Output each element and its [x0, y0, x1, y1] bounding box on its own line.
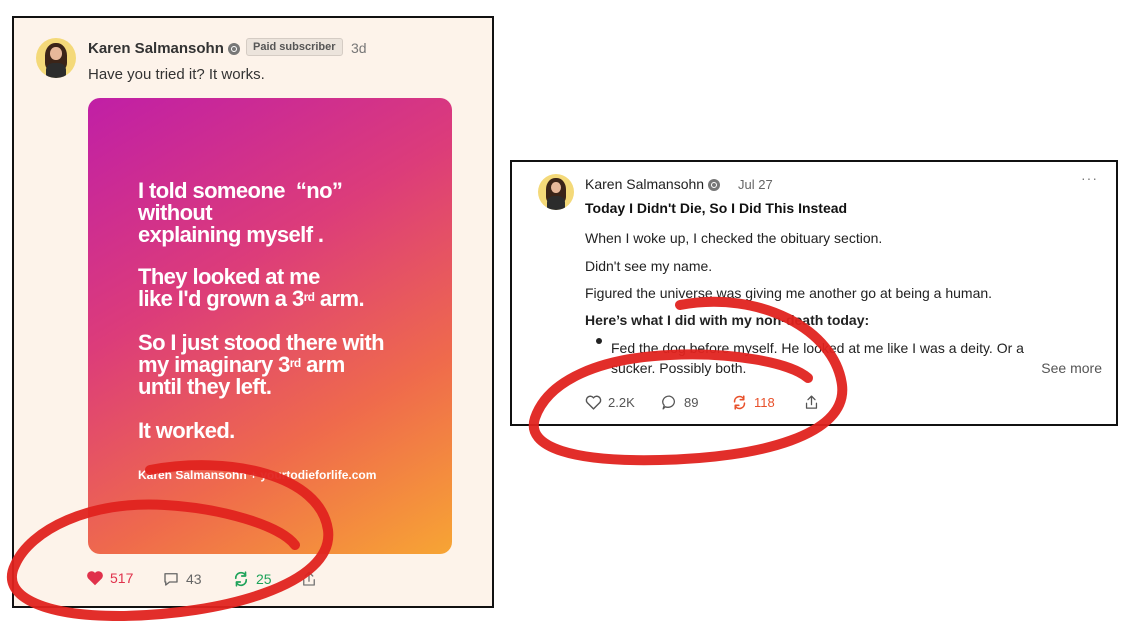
- post-paragraph: When I woke up, I checked the obituary s…: [585, 230, 883, 246]
- quote-line: It worked.: [138, 418, 235, 443]
- quote-image[interactable]: I told someone “no” without explaining m…: [88, 98, 452, 554]
- bullet-dot: [596, 338, 602, 344]
- restack-button[interactable]: 25: [232, 570, 272, 588]
- quote-line: So I just stood there with: [138, 330, 385, 355]
- quote-line: my imaginary 3rd arm: [138, 352, 345, 377]
- post-paragraph: Figured the universe was giving me anoth…: [585, 285, 993, 301]
- post-text: Have you tried it? It works.: [88, 66, 265, 83]
- like-button[interactable]: 517: [86, 570, 133, 586]
- comment-icon: [164, 573, 178, 586]
- post-card-1: Karen Salmansohn Paid subscriber 3d Have…: [12, 16, 494, 608]
- quote-line: until they left.: [138, 374, 272, 399]
- quote-line: without: [138, 200, 213, 225]
- post-paragraph: Didn't see my name.: [585, 258, 713, 274]
- restack-icon: [234, 571, 248, 587]
- share-icon: [303, 571, 315, 586]
- avatar[interactable]: [36, 38, 76, 78]
- quote-footer: Karen Salmansohn + yourtodieforlife.com: [138, 468, 377, 482]
- restack-icon: [733, 395, 746, 410]
- post-time[interactable]: Jul 27: [738, 177, 773, 192]
- author-name[interactable]: Karen Salmansohn: [88, 40, 240, 57]
- post-title[interactable]: Today I Didn't Die, So I Did This Instea…: [585, 200, 847, 216]
- quote-line: explaining myself .: [138, 222, 324, 247]
- heart-icon: [585, 395, 602, 410]
- paid-subscriber-badge: Paid subscriber: [246, 38, 343, 56]
- comment-button[interactable]: 43: [162, 570, 202, 588]
- author-name[interactable]: Karen Salmansohn: [585, 176, 721, 192]
- verified-icon: [708, 179, 721, 192]
- comment-icon: [662, 395, 675, 410]
- verified-icon: [227, 43, 240, 56]
- bullet-text: Fed the dog before myself. He looked at …: [611, 340, 1024, 356]
- comment-button[interactable]: 89: [661, 394, 698, 411]
- share-button[interactable]: [300, 570, 318, 588]
- share-icon: [805, 395, 818, 409]
- restack-button[interactable]: 118: [731, 394, 775, 411]
- quote-line: like I'd grown a 3rd arm.: [138, 286, 365, 311]
- like-button[interactable]: 2.2K: [585, 394, 635, 411]
- see-more-link[interactable]: See more: [1041, 360, 1102, 376]
- more-options-button[interactable]: ···: [1081, 170, 1098, 186]
- quote-line: They looked at me: [138, 264, 320, 289]
- post-card-2: Karen Salmansohn Jul 27 ··· Today I Didn…: [510, 160, 1118, 426]
- bullet-text: sucker. Possibly both.: [611, 360, 747, 376]
- avatar[interactable]: [538, 174, 574, 210]
- post-time[interactable]: 3d: [351, 40, 367, 56]
- heart-icon: [87, 571, 103, 586]
- quote-line: I told someone “no”: [138, 178, 343, 203]
- post-subheading: Here’s what I did with my non-death toda…: [585, 312, 870, 328]
- share-button[interactable]: [803, 394, 820, 411]
